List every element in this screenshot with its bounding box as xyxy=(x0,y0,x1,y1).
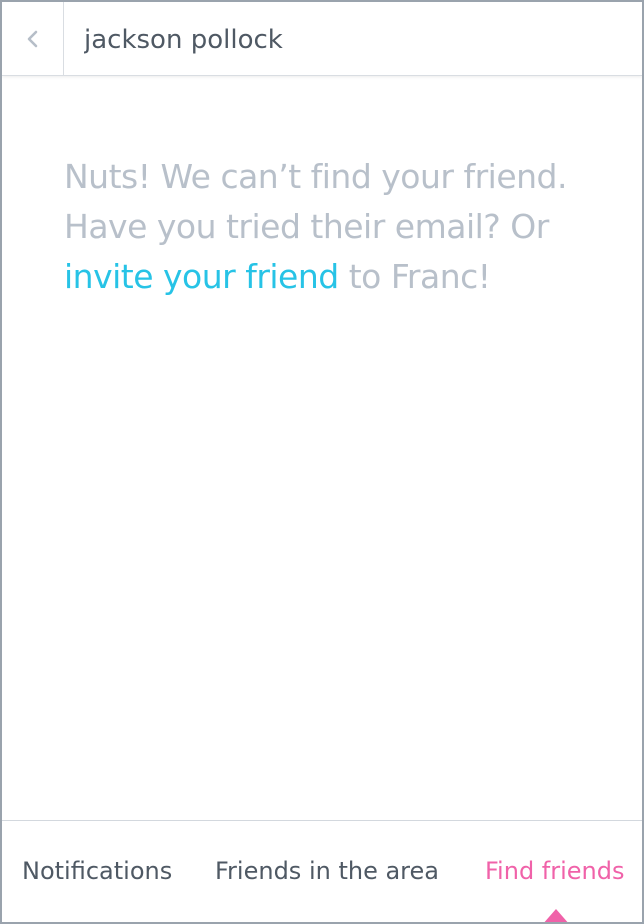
search-header xyxy=(2,2,642,76)
search-input[interactable] xyxy=(84,18,624,62)
chevron-left-icon xyxy=(27,30,37,48)
tab-notifications[interactable]: Notifications xyxy=(22,853,172,889)
no-results-suffix: to Franc! xyxy=(338,257,491,296)
no-results-text: Nuts! We can’t find your friend. Have yo… xyxy=(64,157,567,246)
invite-friend-link[interactable]: invite your friend xyxy=(64,257,339,296)
back-button[interactable] xyxy=(2,2,64,76)
active-tab-indicator xyxy=(542,909,570,922)
tab-find-friends[interactable]: Find friends xyxy=(485,853,625,889)
bottom-tab-bar: Notifications Friends in the area Find f… xyxy=(2,820,642,922)
tab-friends-in-the-area[interactable]: Friends in the area xyxy=(215,853,439,889)
no-results-message: Nuts! We can’t find your friend. Have yo… xyxy=(64,152,624,302)
app-frame: Nuts! We can’t find your friend. Have yo… xyxy=(0,0,644,924)
